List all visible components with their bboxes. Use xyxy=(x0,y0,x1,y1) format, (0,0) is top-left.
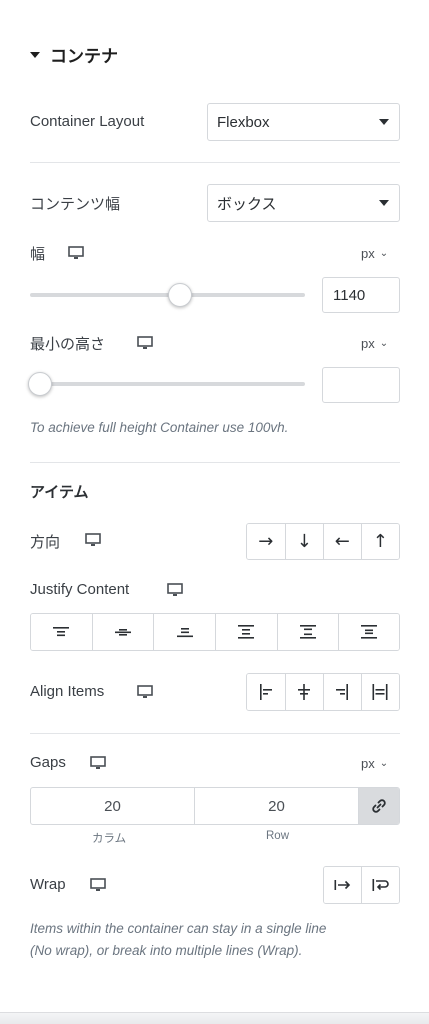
align-stretch-button[interactable] xyxy=(361,674,399,710)
align-items-label: Align Items xyxy=(30,683,105,700)
min-height-input[interactable] xyxy=(322,367,400,403)
no-wrap-icon xyxy=(334,880,350,890)
align-end-button[interactable] xyxy=(324,674,362,710)
content-width-label: コンテンツ幅 xyxy=(30,195,121,213)
gap-row-sublabel: Row xyxy=(266,830,290,842)
divider xyxy=(30,462,400,463)
wrap-hint-line2: (No wrap), or break into multiple lines … xyxy=(30,943,303,958)
justify-space-between-icon xyxy=(238,625,255,639)
justify-space-between-button[interactable] xyxy=(216,614,278,650)
wrap-hint-line1: Items within the container can stay in a… xyxy=(30,921,327,936)
min-height-unit-select[interactable]: px ⌄ xyxy=(361,336,388,351)
direction-label: 方向 xyxy=(30,533,61,551)
desktop-monitor-icon[interactable] xyxy=(90,878,106,892)
direction-column-reverse-button[interactable]: ↑ xyxy=(361,524,399,559)
direction-column-button[interactable]: ↓ xyxy=(285,524,324,559)
items-heading: アイテム xyxy=(30,483,89,501)
link-values-button[interactable] xyxy=(359,788,399,824)
justify-end-button[interactable] xyxy=(154,614,217,650)
wrap-label: Wrap xyxy=(30,876,66,893)
desktop-monitor-icon[interactable] xyxy=(68,246,84,260)
justify-center-icon xyxy=(115,629,131,636)
justify-space-around-button[interactable] xyxy=(277,614,340,650)
desktop-monitor-icon[interactable] xyxy=(90,756,106,770)
panel-footer-edge xyxy=(0,1012,429,1024)
justify-start-icon xyxy=(53,627,70,637)
gap-column-sublabel: カラム xyxy=(92,831,127,845)
section-header[interactable]: コンテナ xyxy=(30,42,118,67)
width-label: 幅 xyxy=(30,245,46,263)
width-unit-select[interactable]: px ⌄ xyxy=(361,246,388,261)
no-wrap-button[interactable] xyxy=(324,867,362,903)
align-start-icon xyxy=(259,684,272,700)
justify-space-evenly-icon xyxy=(361,625,378,639)
justify-content-button-group xyxy=(30,613,400,651)
align-end-icon xyxy=(336,684,349,700)
justify-start-button[interactable] xyxy=(31,614,93,650)
width-unit: px xyxy=(361,246,375,261)
width-input[interactable]: 1140 xyxy=(322,277,400,313)
divider xyxy=(30,733,400,734)
gaps-unit-select[interactable]: px ⌄ xyxy=(361,756,388,771)
gap-row-input[interactable]: 20 xyxy=(195,788,359,824)
container-layout-value: Flexbox xyxy=(217,113,270,131)
desktop-monitor-icon[interactable] xyxy=(167,583,183,597)
justify-space-evenly-button[interactable] xyxy=(339,614,399,650)
link-icon xyxy=(372,799,386,813)
align-start-button[interactable] xyxy=(247,674,286,710)
min-height-label: 最小の高さ xyxy=(30,335,106,353)
direction-row-reverse-button[interactable]: ← xyxy=(324,524,362,559)
justify-end-icon xyxy=(176,628,193,638)
justify-space-around-icon xyxy=(300,625,317,639)
gaps-unit: px xyxy=(361,756,375,771)
direction-row-button[interactable]: → xyxy=(247,524,286,559)
section-title: コンテナ xyxy=(50,47,118,67)
dropdown-arrow-icon xyxy=(379,119,389,125)
align-items-button-group xyxy=(246,673,400,711)
chevron-down-icon: ⌄ xyxy=(379,248,389,259)
width-slider-handle[interactable] xyxy=(167,283,192,307)
caret-down-icon xyxy=(30,51,40,58)
wrap-button[interactable] xyxy=(362,867,399,903)
dropdown-arrow-icon xyxy=(379,200,389,206)
align-center-button[interactable] xyxy=(285,674,324,710)
container-layout-label: Container Layout xyxy=(30,113,145,130)
container-layout-select[interactable]: Flexbox xyxy=(207,103,400,141)
align-stretch-icon xyxy=(372,684,388,700)
min-height-unit: px xyxy=(361,336,375,351)
justify-content-label: Justify Content xyxy=(30,581,130,598)
gap-column-input[interactable]: 20 xyxy=(31,788,195,824)
wrap-icon xyxy=(372,879,389,891)
min-height-slider-handle[interactable] xyxy=(28,372,52,396)
desktop-monitor-icon[interactable] xyxy=(137,336,153,350)
divider xyxy=(30,162,400,163)
gaps-inputs: 20 20 xyxy=(30,787,400,825)
wrap-button-group xyxy=(323,866,400,904)
chevron-down-icon: ⌄ xyxy=(379,758,389,769)
min-height-hint: To achieve full height Container use 100… xyxy=(30,420,289,435)
desktop-monitor-icon[interactable] xyxy=(137,685,153,699)
content-width-select[interactable]: ボックス xyxy=(207,184,400,222)
justify-center-button[interactable] xyxy=(92,614,155,650)
desktop-monitor-icon[interactable] xyxy=(85,533,101,547)
chevron-down-icon: ⌄ xyxy=(379,338,389,349)
direction-button-group: → ↓ ← ↑ xyxy=(246,523,400,560)
min-height-slider-track[interactable] xyxy=(30,382,305,386)
align-center-icon xyxy=(298,684,311,700)
gaps-label: Gaps xyxy=(30,754,66,771)
content-width-value: ボックス xyxy=(217,194,277,213)
